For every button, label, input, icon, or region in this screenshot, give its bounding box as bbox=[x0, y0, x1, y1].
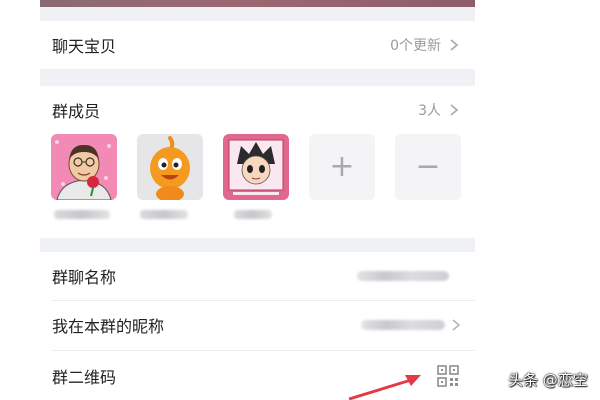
remove-member-button[interactable]: − bbox=[395, 134, 461, 200]
member-avatar-list: + − bbox=[40, 134, 475, 204]
chat-treasure-card: 聊天宝贝 0个更新 bbox=[40, 21, 475, 69]
chevron-right-icon bbox=[450, 104, 459, 116]
qr-code-icon bbox=[437, 365, 459, 387]
orange-cartoon-avatar[interactable] bbox=[137, 134, 203, 200]
group-members-count: 3人 bbox=[418, 103, 441, 119]
anime-character-avatar[interactable] bbox=[223, 134, 289, 200]
header-image-strip bbox=[40, 0, 475, 7]
left-margin bbox=[0, 0, 40, 400]
group-info-screen: 聊天宝贝 0个更新 群成员 3人 + − 群聊名称 我在本群的昵称 群二维码 bbox=[40, 0, 475, 400]
member-name-blurred bbox=[54, 210, 110, 219]
group-name-row[interactable]: 群聊名称 bbox=[40, 252, 475, 300]
man-with-rose-avatar[interactable] bbox=[51, 134, 117, 200]
plus-icon: + bbox=[329, 149, 355, 184]
my-nickname-label: 我在本群的昵称 bbox=[52, 317, 165, 336]
row-divider bbox=[52, 350, 475, 351]
group-qr-code-label: 群二维码 bbox=[52, 368, 117, 387]
my-nickname-row[interactable]: 我在本群的昵称 bbox=[40, 301, 475, 349]
minus-icon: − bbox=[415, 149, 441, 184]
group-members-row[interactable]: 群成员 3人 bbox=[40, 86, 475, 134]
chat-treasure-label: 聊天宝贝 bbox=[52, 37, 117, 56]
chat-treasure-update-count: 0个更新 bbox=[390, 38, 441, 54]
group-members-label: 群成员 bbox=[52, 102, 101, 121]
add-member-button[interactable]: + bbox=[309, 134, 375, 200]
right-margin bbox=[475, 0, 600, 400]
my-nickname-value-blurred bbox=[361, 320, 445, 330]
member-name-blurred bbox=[234, 210, 272, 219]
chevron-right-icon bbox=[452, 319, 461, 331]
watermark-text: 头条 @恋空 bbox=[508, 371, 588, 389]
group-name-label: 群聊名称 bbox=[52, 268, 117, 287]
chat-treasure-row[interactable]: 聊天宝贝 0个更新 bbox=[40, 21, 475, 69]
red-arrow-annotation bbox=[348, 375, 421, 400]
member-name-blurred bbox=[140, 210, 188, 219]
chevron-right-icon bbox=[450, 39, 459, 51]
group-name-value-blurred bbox=[357, 271, 449, 281]
